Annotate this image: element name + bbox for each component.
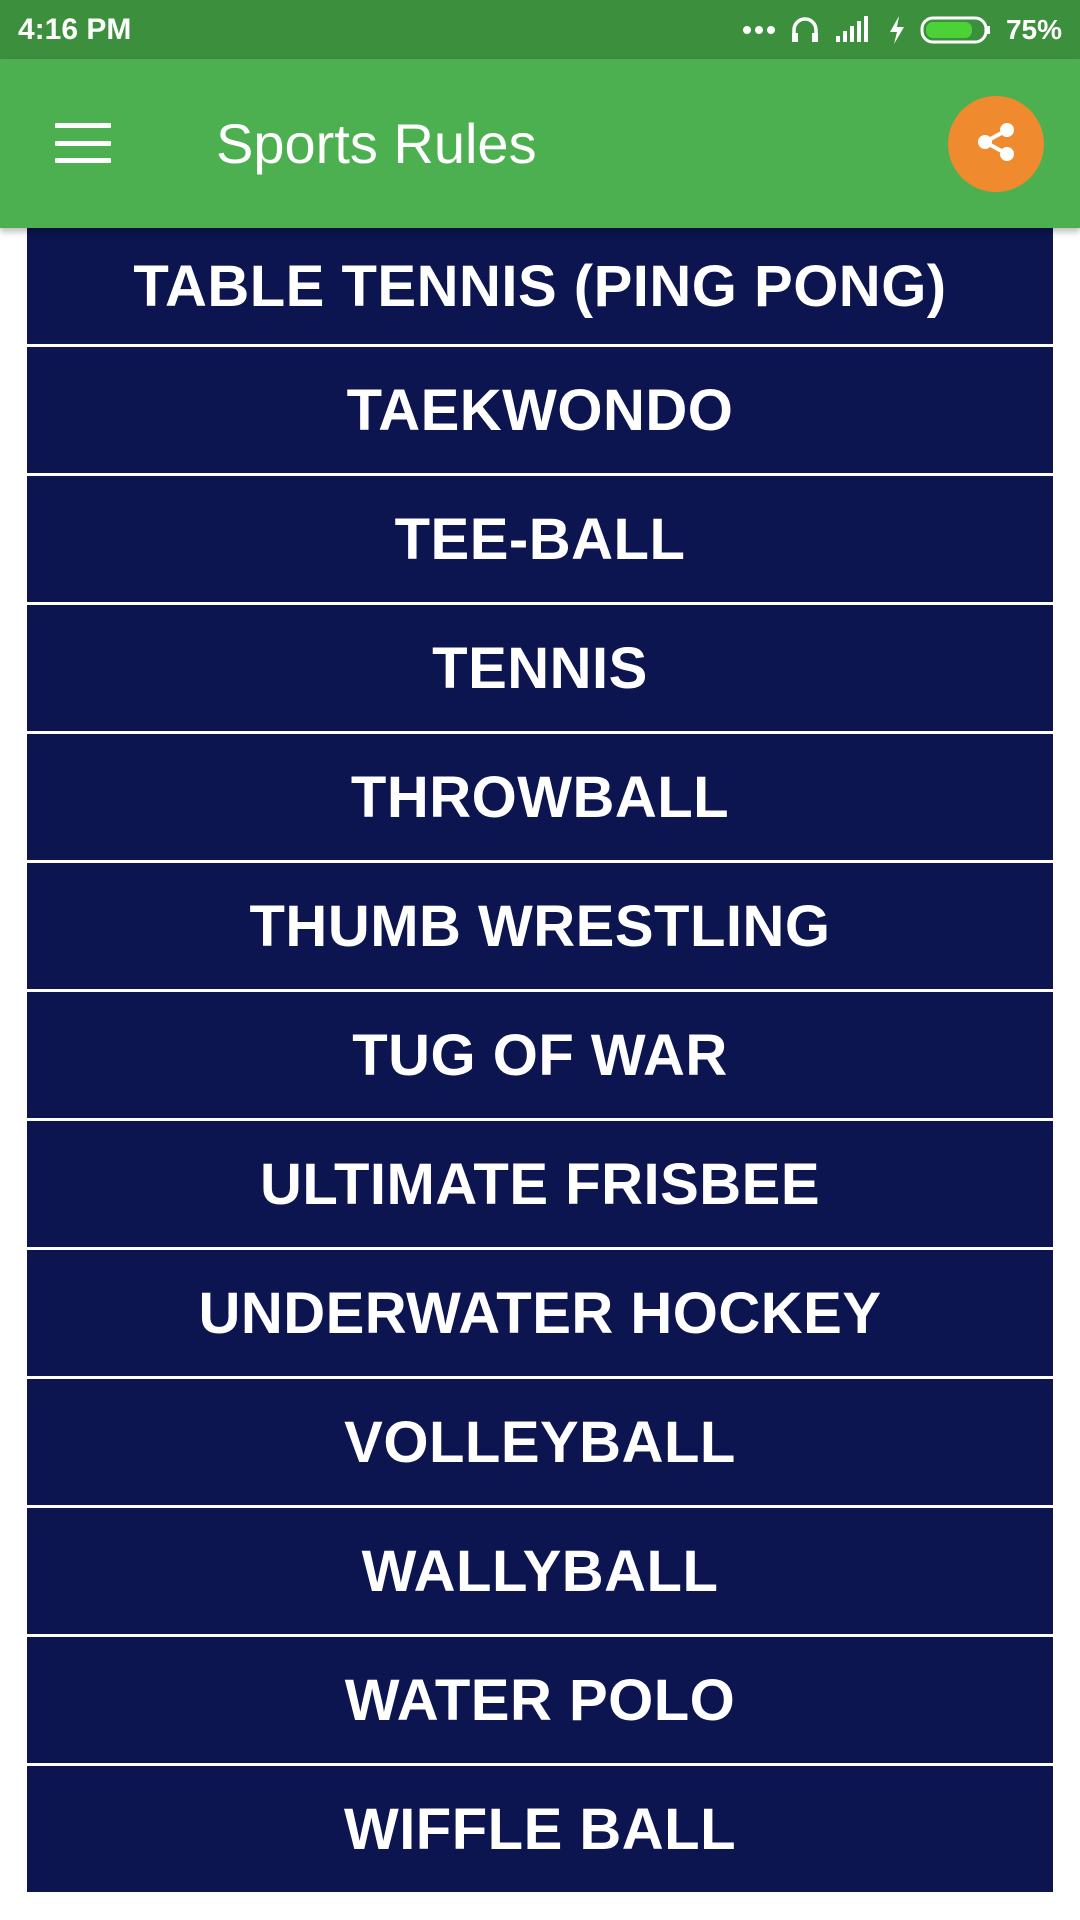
list-item[interactable]: THROWBALL	[27, 734, 1053, 860]
status-icons: 75%	[742, 14, 1062, 46]
share-button[interactable]	[948, 96, 1044, 192]
list-item[interactable]: TAEKWONDO	[27, 347, 1053, 473]
list-item[interactable]: THUMB WRESTLING	[27, 863, 1053, 989]
page-title: Sports Rules	[216, 112, 537, 175]
battery-percent: 75%	[1005, 13, 1062, 45]
list-item[interactable]: WALLYBALL	[27, 1508, 1053, 1634]
battery-icon	[920, 15, 992, 45]
list-item[interactable]: VOLLEYBALL	[27, 1379, 1053, 1505]
sports-list: TABLE TENNIS (PING PONG) TAEKWONDO TEE-BAL…	[27, 228, 1053, 1920]
charging-icon	[888, 15, 906, 45]
list-item[interactable]: WATER POLO	[27, 1637, 1053, 1763]
headphones-icon	[790, 15, 820, 45]
status-time: 4:16 PM	[18, 12, 132, 46]
list-item[interactable]: UNDERWATER HOCKEY	[27, 1250, 1053, 1376]
status-bar: 4:16 PM 75%	[0, 0, 1080, 59]
app-bar: Sports Rules	[0, 59, 1080, 228]
list-item[interactable]: ULTIMATE FRISBEE	[27, 1121, 1053, 1247]
hamburger-menu-icon	[55, 123, 111, 163]
list-item[interactable]: WIFFLE BALL	[27, 1766, 1053, 1892]
list-item[interactable]: TENNIS	[27, 605, 1053, 731]
more-dots-icon	[742, 25, 776, 35]
share-icon	[974, 120, 1018, 169]
menu-button[interactable]	[38, 103, 128, 183]
signal-icon	[834, 15, 874, 44]
list-item[interactable]: TABLE TENNIS (PING PONG)	[27, 228, 1053, 344]
list-item[interactable]: TUG OF WAR	[27, 992, 1053, 1118]
list-item[interactable]: TEE-BALL	[27, 476, 1053, 602]
